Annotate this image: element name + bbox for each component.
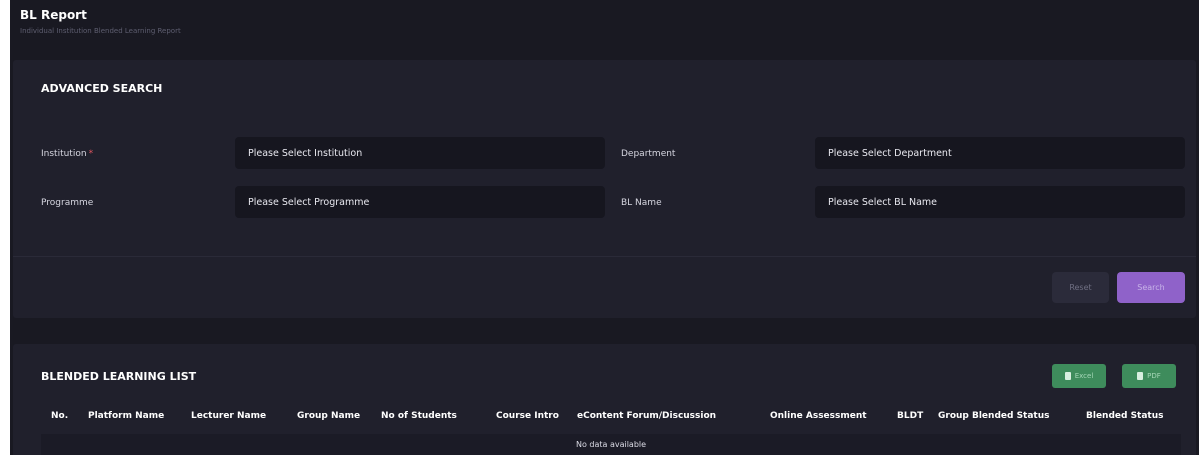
bl-name-select[interactable]: Please Select BL Name [815,186,1185,218]
blended-learning-list-card: BLENDED LEARNING LIST Excel PDF No. Plat… [13,344,1196,455]
column-header-platform-name[interactable]: Platform Name [88,411,164,421]
column-header-online-assessment[interactable]: Online Assessment [770,411,867,421]
bl-name-select-value: Please Select BL Name [828,196,938,208]
column-header-bldt[interactable]: BLDT [897,411,923,421]
search-button[interactable]: Search [1117,272,1185,303]
column-header-econtent-forum[interactable]: eContent Forum/Discussion [577,411,716,421]
programme-select[interactable]: Please Select Programme [235,186,605,218]
page-title: BL Report [20,8,87,22]
programme-label: Programme [41,198,94,208]
institution-select[interactable]: Please Select Institution [235,137,605,169]
institution-select-value: Please Select Institution [248,147,363,159]
excel-export-button[interactable]: Excel [1052,364,1106,388]
institution-label: Institution * [41,149,93,159]
department-select[interactable]: Please Select Department [815,137,1185,169]
advanced-search-title: ADVANCED SEARCH [41,82,163,95]
table-header-row: No. Platform Name Lecturer Name Group Na… [41,408,1181,428]
department-label: Department [621,149,676,159]
empty-table-message: No data available [41,434,1181,455]
bl-name-label: BL Name [621,198,662,208]
excel-file-icon [1064,372,1071,380]
card-divider [13,256,1196,257]
app-window: BL Report Individual Institution Blended… [10,0,1199,455]
institution-label-text: Institution [41,149,87,159]
advanced-search-card: ADVANCED SEARCH Institution * Please Sele… [13,60,1196,318]
column-header-no-of-students[interactable]: No of Students [381,411,457,421]
excel-button-label: Excel [1074,372,1094,380]
column-header-lecturer-name[interactable]: Lecturer Name [191,411,266,421]
page-subtitle: Individual Institution Blended Learning … [20,27,181,35]
pdf-file-icon [1137,372,1144,380]
pdf-export-button[interactable]: PDF [1122,364,1176,388]
pdf-button-label: PDF [1147,372,1161,380]
page-header: BL Report Individual Institution Blended… [20,8,181,35]
column-header-group-blended-status[interactable]: Group Blended Status [938,411,1050,421]
column-header-no[interactable]: No. [51,411,68,421]
column-header-group-name[interactable]: Group Name [297,411,360,421]
reset-button[interactable]: Reset [1052,272,1109,303]
list-title: BLENDED LEARNING LIST [41,370,197,383]
department-select-value: Please Select Department [828,147,952,159]
programme-select-value: Please Select Programme [248,196,370,208]
required-mark: * [88,149,94,159]
column-header-blended-status[interactable]: Blended Status [1086,411,1164,421]
column-header-course-intro[interactable]: Course Intro [496,411,559,421]
